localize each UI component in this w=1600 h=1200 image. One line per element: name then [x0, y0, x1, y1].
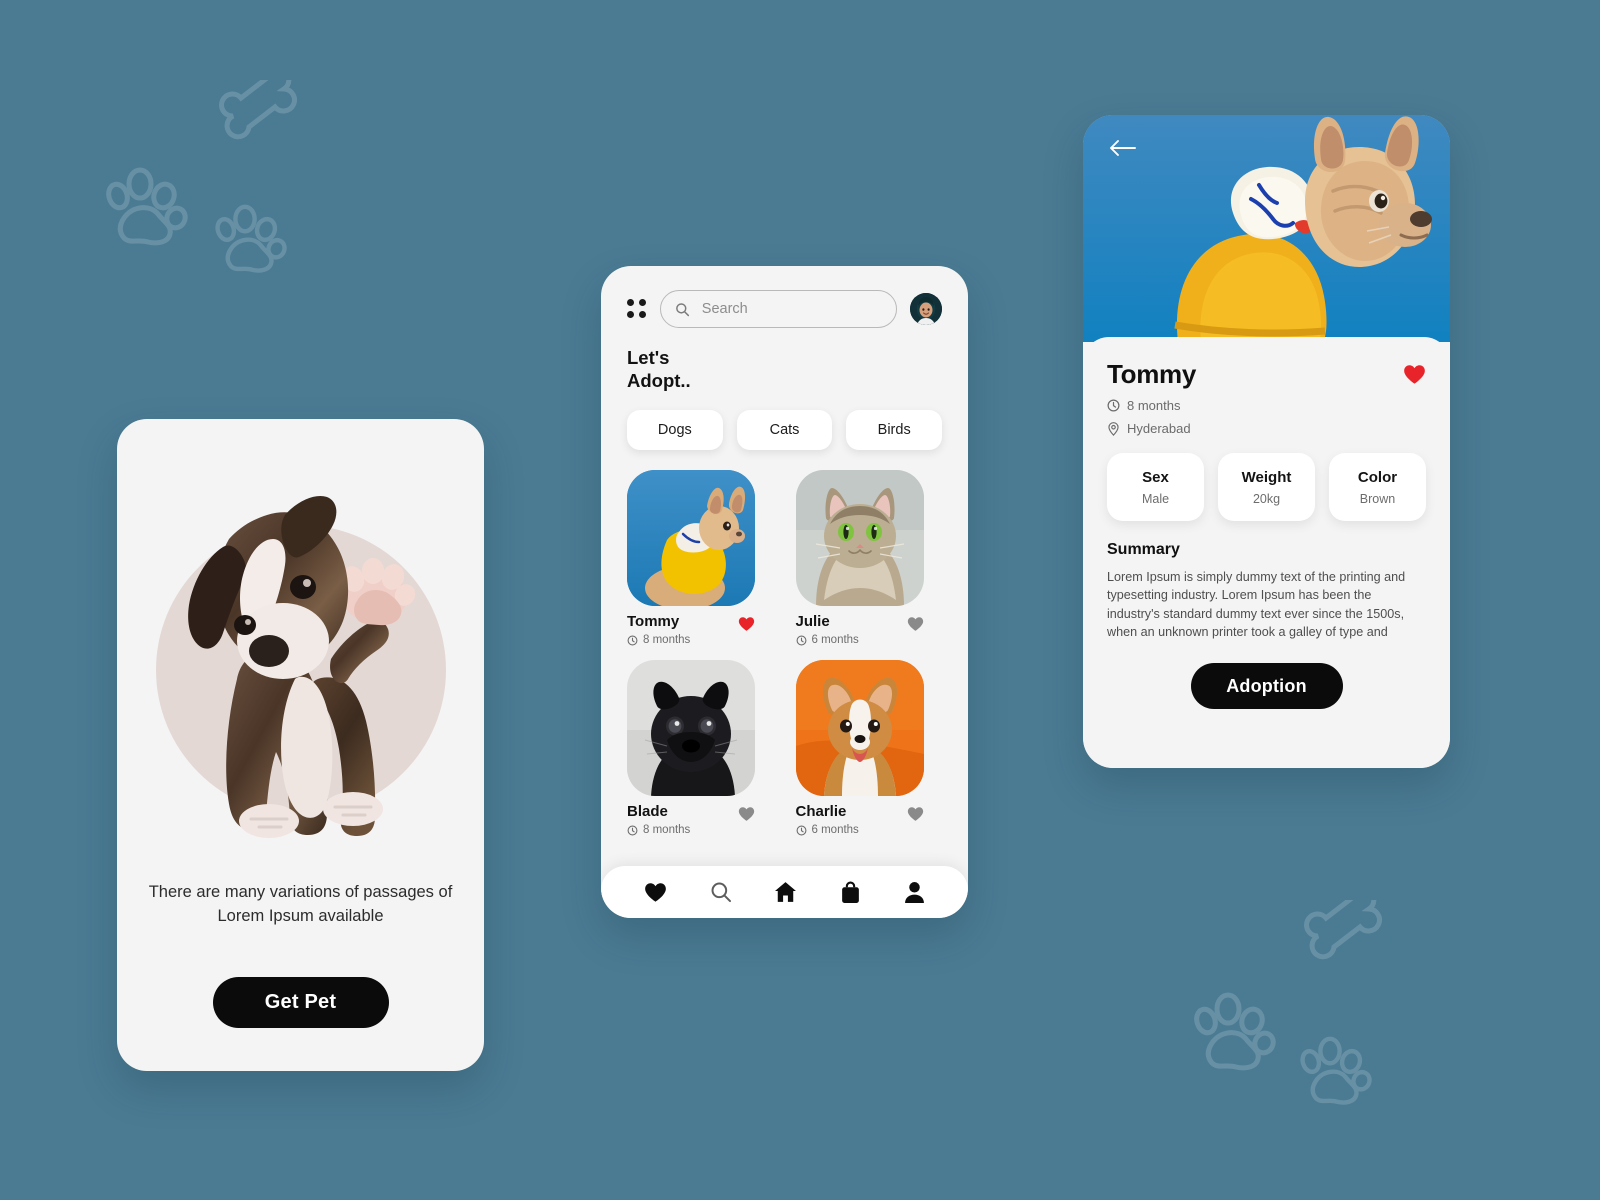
pet-name: Charlie [795, 803, 847, 821]
paw-icon-bottom-right-large [1188, 985, 1284, 1081]
favorite-heart-icon[interactable] [738, 806, 755, 822]
favorite-heart-icon[interactable] [907, 806, 924, 822]
category-chip-cats[interactable]: Cats [736, 410, 833, 451]
attribute-weight: Weight 20kg [1218, 453, 1315, 521]
pet-age: 8 months [627, 634, 690, 646]
french-bulldog-photo [1083, 115, 1450, 342]
nav-shop[interactable] [840, 881, 861, 904]
search-bar[interactable] [660, 290, 897, 328]
onboarding-description: There are many variations of passages of… [148, 883, 453, 925]
summary-text: Lorem Ipsum is simply dummy text of the … [1107, 570, 1406, 639]
pet-card-charlie[interactable]: Charlie 6 months [795, 660, 943, 836]
boxer-puppy-image [188, 495, 416, 838]
summary-heading: Summary [1107, 541, 1180, 558]
attribute-chips: Sex Male Weight 20kg Color Brown [1107, 453, 1426, 521]
clock-icon [627, 635, 638, 646]
attribute-value: Brown [1359, 491, 1396, 506]
attribute-value: 20kg [1252, 491, 1281, 506]
clock-icon [796, 635, 806, 646]
pet-age: 6 months [796, 824, 859, 836]
pet-name: Julie [795, 613, 830, 631]
attribute-label: Color [1357, 468, 1398, 486]
pet-card-blade[interactable]: Blade 8 months [627, 660, 774, 836]
adoption-button[interactable]: Adoption [1190, 663, 1343, 709]
user-avatar[interactable] [910, 293, 942, 325]
nav-home[interactable] [774, 881, 797, 903]
favorite-heart-icon-active[interactable] [738, 616, 755, 632]
pet-card-julie[interactable]: Julie 6 months [795, 470, 943, 646]
detail-pet-name: Tommy [1107, 359, 1197, 389]
grid-dots-icon[interactable] [627, 299, 647, 319]
pet-detail-screen: Tommy 8 months Hyderabad Sex Male Weight… [1083, 115, 1450, 768]
heart-icon [645, 882, 667, 902]
clock-icon [796, 825, 806, 836]
onboarding-card: There are many variations of passages of… [117, 419, 484, 1071]
favorite-heart-icon-active[interactable] [1403, 364, 1426, 385]
pet-list-screen: Let's Adopt.. Dogs Cats Birds [601, 266, 968, 918]
back-arrow-icon[interactable] [1109, 138, 1137, 158]
search-icon [676, 302, 690, 316]
bone-icon-top-left [215, 80, 311, 164]
pet-age-label: 6 months [811, 824, 859, 837]
detail-location-label: Hyderabad [1127, 421, 1191, 436]
pet-photo-tabby-cat[interactable] [795, 470, 924, 607]
get-pet-button[interactable]: Get Pet [212, 976, 389, 1028]
detail-age-label: 8 months [1127, 398, 1181, 413]
paw-icon-top-left-small [210, 198, 294, 282]
pet-photo-corgi-puppy[interactable] [795, 660, 924, 797]
attribute-sex: Sex Male [1107, 453, 1204, 521]
category-chips: Dogs Cats Birds [627, 410, 943, 451]
category-chip-birds[interactable]: Birds [846, 410, 943, 451]
nav-profile[interactable] [904, 881, 925, 903]
pet-name: Blade [627, 803, 668, 821]
clock-icon [627, 825, 638, 836]
pet-age: 8 months [627, 824, 690, 836]
detail-location-row: Hyderabad [1107, 421, 1426, 436]
favorite-heart-icon[interactable] [907, 616, 924, 632]
attribute-value: Male [1141, 491, 1170, 506]
attribute-label: Sex [1142, 468, 1169, 486]
detail-info-sheet: Tommy 8 months Hyderabad Sex Male Weight… [1083, 337, 1450, 768]
pet-age: 6 months [796, 634, 859, 646]
paw-icon-bottom-right-small [1295, 1030, 1379, 1114]
person-icon [904, 882, 924, 903]
detail-hero-image [1083, 115, 1450, 342]
pet-photo-black-pug[interactable] [627, 660, 755, 797]
clock-icon [1107, 399, 1120, 412]
attribute-color: Color Brown [1329, 453, 1426, 521]
nav-favorites[interactable] [644, 882, 667, 903]
page-title: Let's Adopt.. [627, 346, 942, 392]
map-pin-icon [1108, 421, 1119, 436]
pet-age-label: 8 months [643, 824, 691, 837]
shopping-bag-icon [842, 881, 859, 903]
detail-age-row: 8 months [1107, 398, 1426, 413]
bottom-navigation-bar [601, 866, 968, 918]
onboarding-illustration [117, 429, 484, 859]
pet-name: Tommy [627, 613, 680, 631]
category-chip-dogs[interactable]: Dogs [627, 410, 723, 451]
pet-card-tommy[interactable]: Tommy 8 months [627, 470, 774, 646]
search-input[interactable] [701, 301, 882, 317]
list-topbar [627, 290, 942, 328]
home-icon [775, 882, 797, 902]
headline-line-2: Adopt.. [627, 370, 691, 392]
paw-icon-top-left-large [100, 160, 196, 256]
headline-line-1: Let's [627, 347, 670, 368]
pet-photo-french-bulldog[interactable] [627, 470, 755, 607]
bone-icon-bottom-right [1300, 900, 1396, 984]
pet-age-label: 6 months [811, 634, 859, 647]
search-icon [711, 882, 731, 903]
pet-grid: Tommy 8 months Julie 6 months Blade 8 mo… [627, 470, 942, 836]
attribute-label: Weight [1241, 468, 1292, 486]
nav-search[interactable] [710, 881, 732, 903]
pet-age-label: 8 months [643, 634, 691, 647]
